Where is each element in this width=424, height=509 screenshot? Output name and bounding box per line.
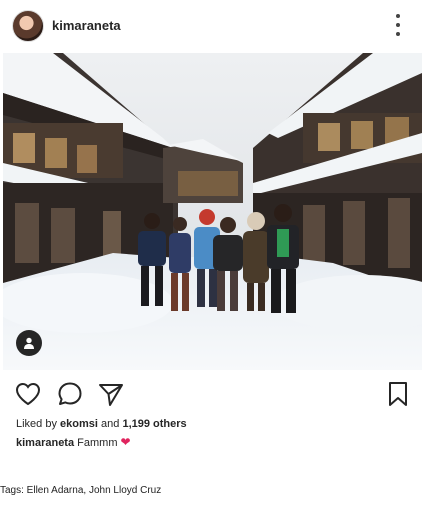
post-caption: kimaraneta Fammm ❤ [16, 435, 131, 449]
post-header: kimaraneta [0, 0, 424, 52]
paper-plane-icon [99, 384, 123, 406]
more-vertical-icon [396, 14, 400, 18]
caption-text: Fammm [77, 437, 118, 449]
more-options-button[interactable] [388, 14, 408, 36]
action-bar [0, 378, 424, 412]
tags-line: Tags: Ellen Adarna, John Lloyd Cruz [0, 485, 162, 496]
likes-prefix: Liked by [16, 418, 57, 430]
heart-emoji-icon: ❤ [120, 435, 131, 449]
group-photo-snowy-street [3, 53, 422, 370]
likes-others-count[interactable]: 1,199 others [122, 418, 186, 430]
bookmark-icon [389, 382, 407, 406]
likes-line: Liked by ekomsi and 1,199 others [16, 418, 187, 430]
caption-username[interactable]: kimaraneta [16, 437, 74, 449]
profile-avatar[interactable] [12, 10, 44, 42]
save-button[interactable] [384, 380, 412, 408]
liker-username[interactable]: ekomsi [60, 418, 98, 430]
person-icon [24, 337, 34, 349]
heart-outline-icon [15, 382, 41, 406]
like-button[interactable] [14, 380, 42, 408]
post-photo[interactable] [3, 53, 422, 370]
comment-button[interactable] [56, 380, 84, 408]
speech-bubble-icon [58, 382, 82, 405]
share-button[interactable] [97, 380, 125, 408]
post-username[interactable]: kimaraneta [52, 18, 121, 33]
user-tag-button[interactable] [16, 330, 42, 356]
likes-connector: and [101, 418, 120, 430]
